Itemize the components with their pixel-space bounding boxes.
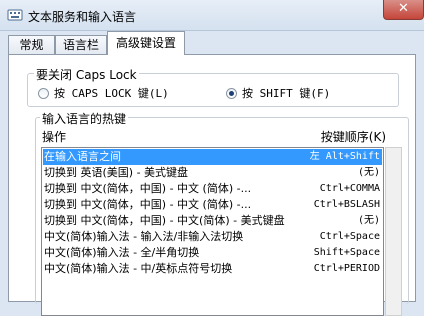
list-item[interactable]: 切换到 中文(简体，中国) - 中文 (简体) -... Ctrl+BSLASH: [43, 197, 382, 213]
close-button[interactable]: ✕: [383, 0, 424, 20]
radio-caps-lock-circle: [38, 87, 49, 99]
list-item[interactable]: 切换到 英语(美国) - 美式键盘 (无): [43, 165, 382, 181]
radio-caps-lock-label: 按 CAPS LOCK 键(L): [54, 87, 169, 100]
radio-selected-dot: [229, 90, 234, 96]
caps-lock-group: 要关闭 Caps Lock 按 CAPS LOCK 键(L) 按 SHIFT 键…: [27, 66, 399, 107]
radio-shift-circle: [226, 87, 237, 99]
close-icon: ✕: [398, 1, 409, 16]
list-item[interactable]: 在输入语言之间 左 Alt+Shift: [43, 149, 382, 165]
tab-advanced-key-settings[interactable]: 高级键设置: [107, 31, 185, 55]
hotkey-list-scrollbar[interactable]: [385, 147, 402, 316]
hotkey-group-title: 输入语言的热键: [40, 110, 129, 127]
tab-language-bar[interactable]: 语言栏: [55, 35, 107, 54]
hotkey-list[interactable]: 在输入语言之间 左 Alt+Shift 切换到 英语(美国) - 美式键盘 (无…: [41, 147, 384, 316]
window-title: 文本服务和输入语言: [28, 10, 137, 24]
radio-shift[interactable]: 按 SHIFT 键(F): [226, 85, 330, 101]
column-header-action: 操作: [42, 130, 67, 144]
caps-lock-group-title: 要关闭 Caps Lock: [34, 66, 139, 83]
column-header-key-sequence: 按键顺序(K): [320, 130, 386, 144]
list-item[interactable]: 切换到 中文(简体，中国) - 中文(简体) - 美式键盘 (无): [43, 213, 382, 229]
list-item[interactable]: 中文(简体)输入法 - 输入法/非输入法切换 Ctrl+Space: [43, 229, 382, 245]
title-bar: 文本服务和输入语言 ✕: [0, 0, 424, 31]
hotkey-group: 输入语言的热键 操作 按键顺序(K) 在输入语言之间 左 Alt+Shift 切…: [35, 110, 409, 316]
radio-shift-label: 按 SHIFT 键(F): [242, 87, 331, 100]
keyboard-app-icon: [7, 9, 23, 21]
list-item[interactable]: 中文(简体)输入法 - 全/半角切换 Shift+Space: [43, 245, 382, 261]
radio-caps-lock[interactable]: 按 CAPS LOCK 键(L): [38, 85, 169, 101]
list-item[interactable]: 切换到 中文(简体，中国) - 中文 (简体) -... Ctrl+COMMA: [43, 181, 382, 197]
list-item[interactable]: 中文(简体)输入法 - 中/英标点符号切换 Ctrl+PERIOD: [43, 261, 382, 277]
tab-content-panel: 要关闭 Caps Lock 按 CAPS LOCK 键(L) 按 SHIFT 键…: [8, 54, 416, 316]
tab-general[interactable]: 常规: [8, 35, 55, 54]
